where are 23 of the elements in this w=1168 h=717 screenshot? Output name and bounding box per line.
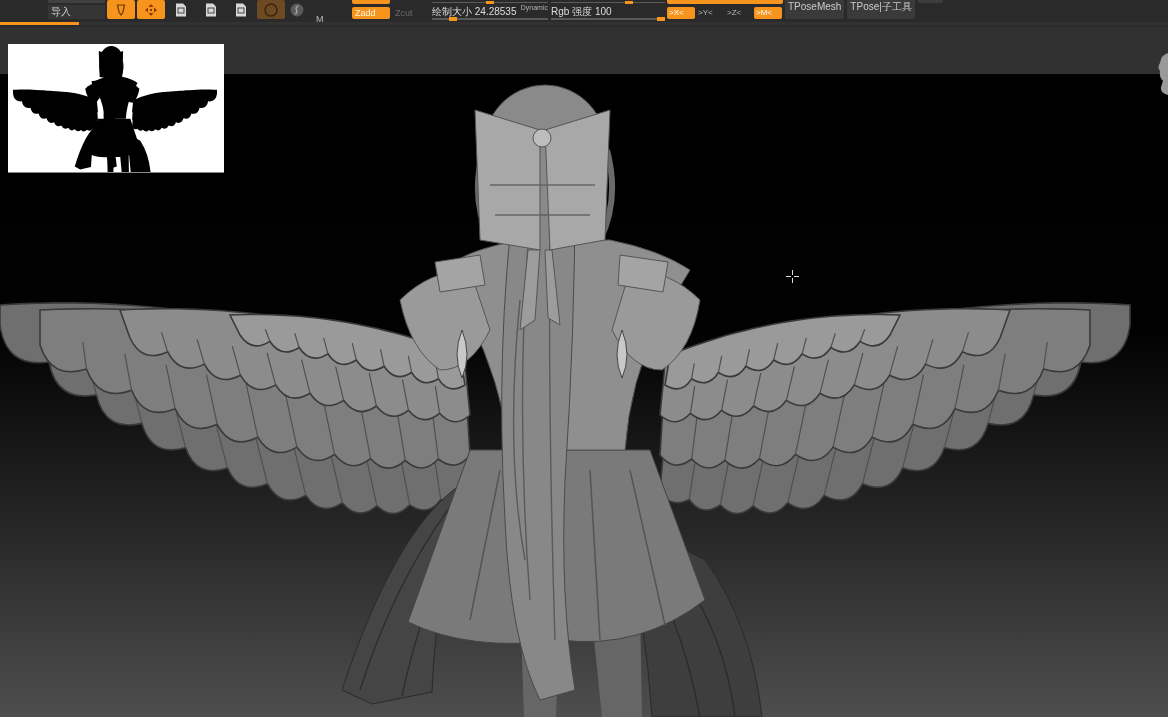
cone-icon xyxy=(116,3,126,16)
document-icon xyxy=(235,2,247,17)
crosshair-icon xyxy=(786,270,799,283)
head-icon[interactable] xyxy=(1157,53,1168,95)
tpose-button[interactable]: TPose|子工具 xyxy=(847,0,915,19)
slider-thumb[interactable] xyxy=(657,17,665,21)
slider-thumb[interactable] xyxy=(486,1,494,4)
symmetry-button[interactable]: >Y< xyxy=(696,7,724,19)
slider-label: 绘制大小 24.28535 xyxy=(432,7,517,17)
draw-button[interactable] xyxy=(107,0,135,19)
document-icon xyxy=(175,2,187,17)
mode-toggle[interactable]: M xyxy=(316,15,324,24)
document-icon xyxy=(205,2,217,17)
sphere-icon xyxy=(290,2,304,17)
ring-icon xyxy=(264,2,278,17)
import-button[interactable]: 导入 xyxy=(48,5,105,19)
tpose-button[interactable]: TPoseMesh xyxy=(785,0,845,19)
slider-label: Rgb 强度 100 xyxy=(551,7,612,17)
four-arrows-icon xyxy=(145,3,157,16)
slider-thumb[interactable] xyxy=(449,17,458,21)
move-button[interactable] xyxy=(137,0,165,19)
slider-thumb[interactable] xyxy=(625,1,634,4)
symmetry-button[interactable]: >Z< xyxy=(725,7,753,19)
